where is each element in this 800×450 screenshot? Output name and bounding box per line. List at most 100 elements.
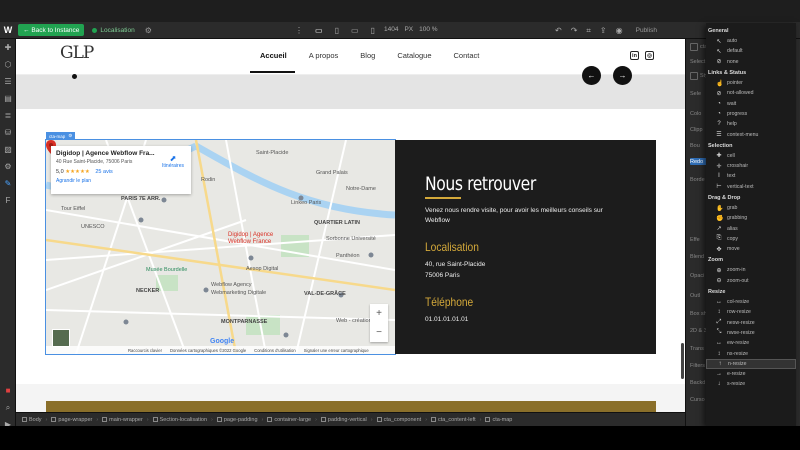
cursor-option-label: s-resize xyxy=(727,381,746,388)
cursor-option[interactable]: ↕ row-resize xyxy=(706,307,796,317)
breadcrumb-item[interactable]: cta_content-left xyxy=(431,417,476,423)
cursor-option-label: text xyxy=(727,173,736,180)
breadcrumb-item[interactable]: page-wrapper xyxy=(51,417,92,423)
breadcrumb-item[interactable]: cta-map xyxy=(485,417,512,423)
cursor-option[interactable]: ↓ s-resize xyxy=(706,379,796,389)
nav-link-contact[interactable]: Contact xyxy=(454,51,480,60)
symbols-icon[interactable]: ⬡ xyxy=(0,56,16,73)
cursor-option[interactable]: ↕ ns-resize xyxy=(706,348,796,358)
style-icon[interactable] xyxy=(690,72,698,80)
address-line-2: 75006 Paris xyxy=(425,272,460,279)
nav-link-catalogue[interactable]: Catalogue xyxy=(397,51,431,60)
mobile-portrait-icon[interactable]: ▯ xyxy=(371,26,375,35)
zoom-out-button[interactable]: − xyxy=(376,327,382,338)
page-name: Localisation xyxy=(100,26,135,34)
cursor-option[interactable]: ↖ default xyxy=(706,46,796,56)
cursor-option[interactable]: ⊢ vertical-text xyxy=(706,182,796,192)
cursor-option[interactable]: ☝ pointer xyxy=(706,78,796,88)
nav-link-accueil[interactable]: Accueil xyxy=(260,51,287,60)
slider-next-button[interactable]: → xyxy=(613,66,632,85)
cursor-option[interactable]: ✊ grabbing xyxy=(706,213,796,223)
cursor-option[interactable]: ? help xyxy=(706,119,796,129)
cursor-option[interactable]: ↗ alias xyxy=(706,223,796,233)
cursor-option[interactable]: ⊕ zoom-in xyxy=(706,265,796,275)
map-pin-label: Webflow France xyxy=(228,239,272,245)
cursor-option[interactable]: ⎘ copy xyxy=(706,234,796,244)
gear-icon[interactable]: ⚙ xyxy=(145,26,152,35)
cursor-option[interactable]: ⊘ not-allowed xyxy=(706,88,796,98)
nav-link-apropos[interactable]: A propos xyxy=(309,51,339,60)
top-toolbar: W ← Back to Instance Localisation ⚙ ⋮ ▭ … xyxy=(0,22,800,39)
publish-button[interactable]: Publish xyxy=(636,27,657,34)
share-icon[interactable]: ⇪ xyxy=(600,26,607,35)
design-canvas[interactable]: GLP Accueil A propos Blog Catalogue Cont… xyxy=(16,39,685,412)
cms-icon[interactable]: ≣ xyxy=(0,107,16,124)
zoom-in-button[interactable]: + xyxy=(376,308,382,319)
add-panel-icon[interactable]: ✚ xyxy=(0,39,16,56)
cursor-option[interactable]: ☰ context-menu xyxy=(706,129,796,139)
cursor-option[interactable]: ⤢ nesw-resize xyxy=(706,318,796,328)
star-icons: ★★★★★ xyxy=(65,169,90,175)
breadcrumb-item[interactable]: main-wrapper xyxy=(102,417,143,423)
breadcrumb-item[interactable]: page-padding xyxy=(216,417,258,423)
canvas-scrollbar[interactable] xyxy=(681,343,684,379)
breadcrumb-item[interactable]: Section-localisation xyxy=(152,417,207,423)
breadcrumb-item[interactable]: Body xyxy=(22,417,42,423)
webflow-logo-icon[interactable]: W xyxy=(0,22,16,39)
page-selector[interactable]: Localisation xyxy=(92,26,135,34)
breadcrumb-item[interactable]: cta_component xyxy=(376,417,421,423)
settings-icon[interactable]: ⚙ xyxy=(0,158,16,175)
cursor-option[interactable]: ↑ n-resize xyxy=(706,358,796,370)
enlarge-map-link[interactable]: Agrandir le plan xyxy=(56,178,186,184)
cursor-option[interactable]: ◔ wait xyxy=(706,98,796,108)
undo-icon[interactable]: ↶ xyxy=(555,26,562,35)
style-manager-icon[interactable]: ✎ xyxy=(0,175,16,192)
cursor-option[interactable]: ⤡ nwse-resize xyxy=(706,328,796,338)
keyboard-shortcuts-link[interactable]: Raccourcis clavier xyxy=(128,348,162,353)
cursor-option[interactable]: ↔ ew-resize xyxy=(706,338,796,348)
pages-icon[interactable]: ▤ xyxy=(0,90,16,107)
cursor-option[interactable]: ⊘ none xyxy=(706,57,796,67)
directions-button[interactable]: ⬈ Itinéraires xyxy=(162,154,184,169)
slider-prev-button[interactable]: ← xyxy=(582,66,601,85)
code-icon[interactable]: ⌗ xyxy=(586,26,591,36)
slider-dot[interactable] xyxy=(72,74,77,79)
terms-link[interactable]: Conditions d'utilisation xyxy=(254,348,296,353)
preview-icon[interactable]: ◉ xyxy=(616,26,623,35)
ecommerce-icon[interactable]: ⛁ xyxy=(0,124,16,141)
cursor-option[interactable]: ✋ grab xyxy=(706,203,796,213)
search-icon[interactable]: ⌕ xyxy=(0,399,16,416)
cursor-option[interactable]: ✥ move xyxy=(706,244,796,254)
cursor-option[interactable]: ◔ progress xyxy=(706,109,796,119)
report-error-link[interactable]: Signaler une erreur cartographique xyxy=(304,348,369,353)
breadcrumb-item[interactable]: container-large xyxy=(267,417,311,423)
mobile-landscape-icon[interactable]: ▭ xyxy=(351,26,359,35)
reviews-link[interactable]: 25 avis xyxy=(95,169,112,175)
breakpoint-plus-icon[interactable]: ⋮ xyxy=(295,26,303,35)
site-logo[interactable]: GLP xyxy=(60,43,94,63)
webflow-designer: W ← Back to Instance Localisation ⚙ ⋮ ▭ … xyxy=(0,0,800,450)
breadcrumb-item[interactable]: padding-vertical xyxy=(320,417,367,423)
finsweet-icon[interactable]: F xyxy=(0,192,16,209)
google-map[interactable]: PARIS 7E ARR. Tour Eiffel Rodin Saint-Pl… xyxy=(45,139,396,355)
navigator-icon[interactable]: ☰ xyxy=(0,73,16,90)
tablet-breakpoint-icon[interactable]: ▯ xyxy=(335,26,339,35)
cursor-option[interactable]: ⊖ zoom-out xyxy=(706,276,796,286)
back-to-instance-button[interactable]: ← Back to Instance xyxy=(18,24,85,36)
desktop-breakpoint-icon[interactable]: ▭ xyxy=(315,26,323,35)
cursor-option[interactable]: ✚ cell xyxy=(706,151,796,161)
cursor-option[interactable]: ✛ crosshair xyxy=(706,161,796,171)
cursor-option[interactable]: ↔ col-resize xyxy=(706,297,796,307)
cursor-option[interactable]: ↖ auto xyxy=(706,36,796,46)
cursor-option[interactable]: Itext xyxy=(706,171,796,181)
nav-link-blog[interactable]: Blog xyxy=(360,51,375,60)
instagram-icon[interactable]: ◎ xyxy=(645,51,654,60)
selected-element-tag[interactable]: cta-map ⚙ xyxy=(46,132,76,140)
linkedin-icon[interactable]: in xyxy=(630,51,639,60)
record-icon[interactable]: ■ xyxy=(0,382,16,399)
cursor-option[interactable]: → e-resize xyxy=(706,369,796,379)
assets-icon[interactable]: ▨ xyxy=(0,141,16,158)
satellite-toggle[interactable] xyxy=(52,329,70,347)
redo-icon[interactable]: ↷ xyxy=(571,26,578,35)
cursor-option-label: progress xyxy=(727,110,748,117)
